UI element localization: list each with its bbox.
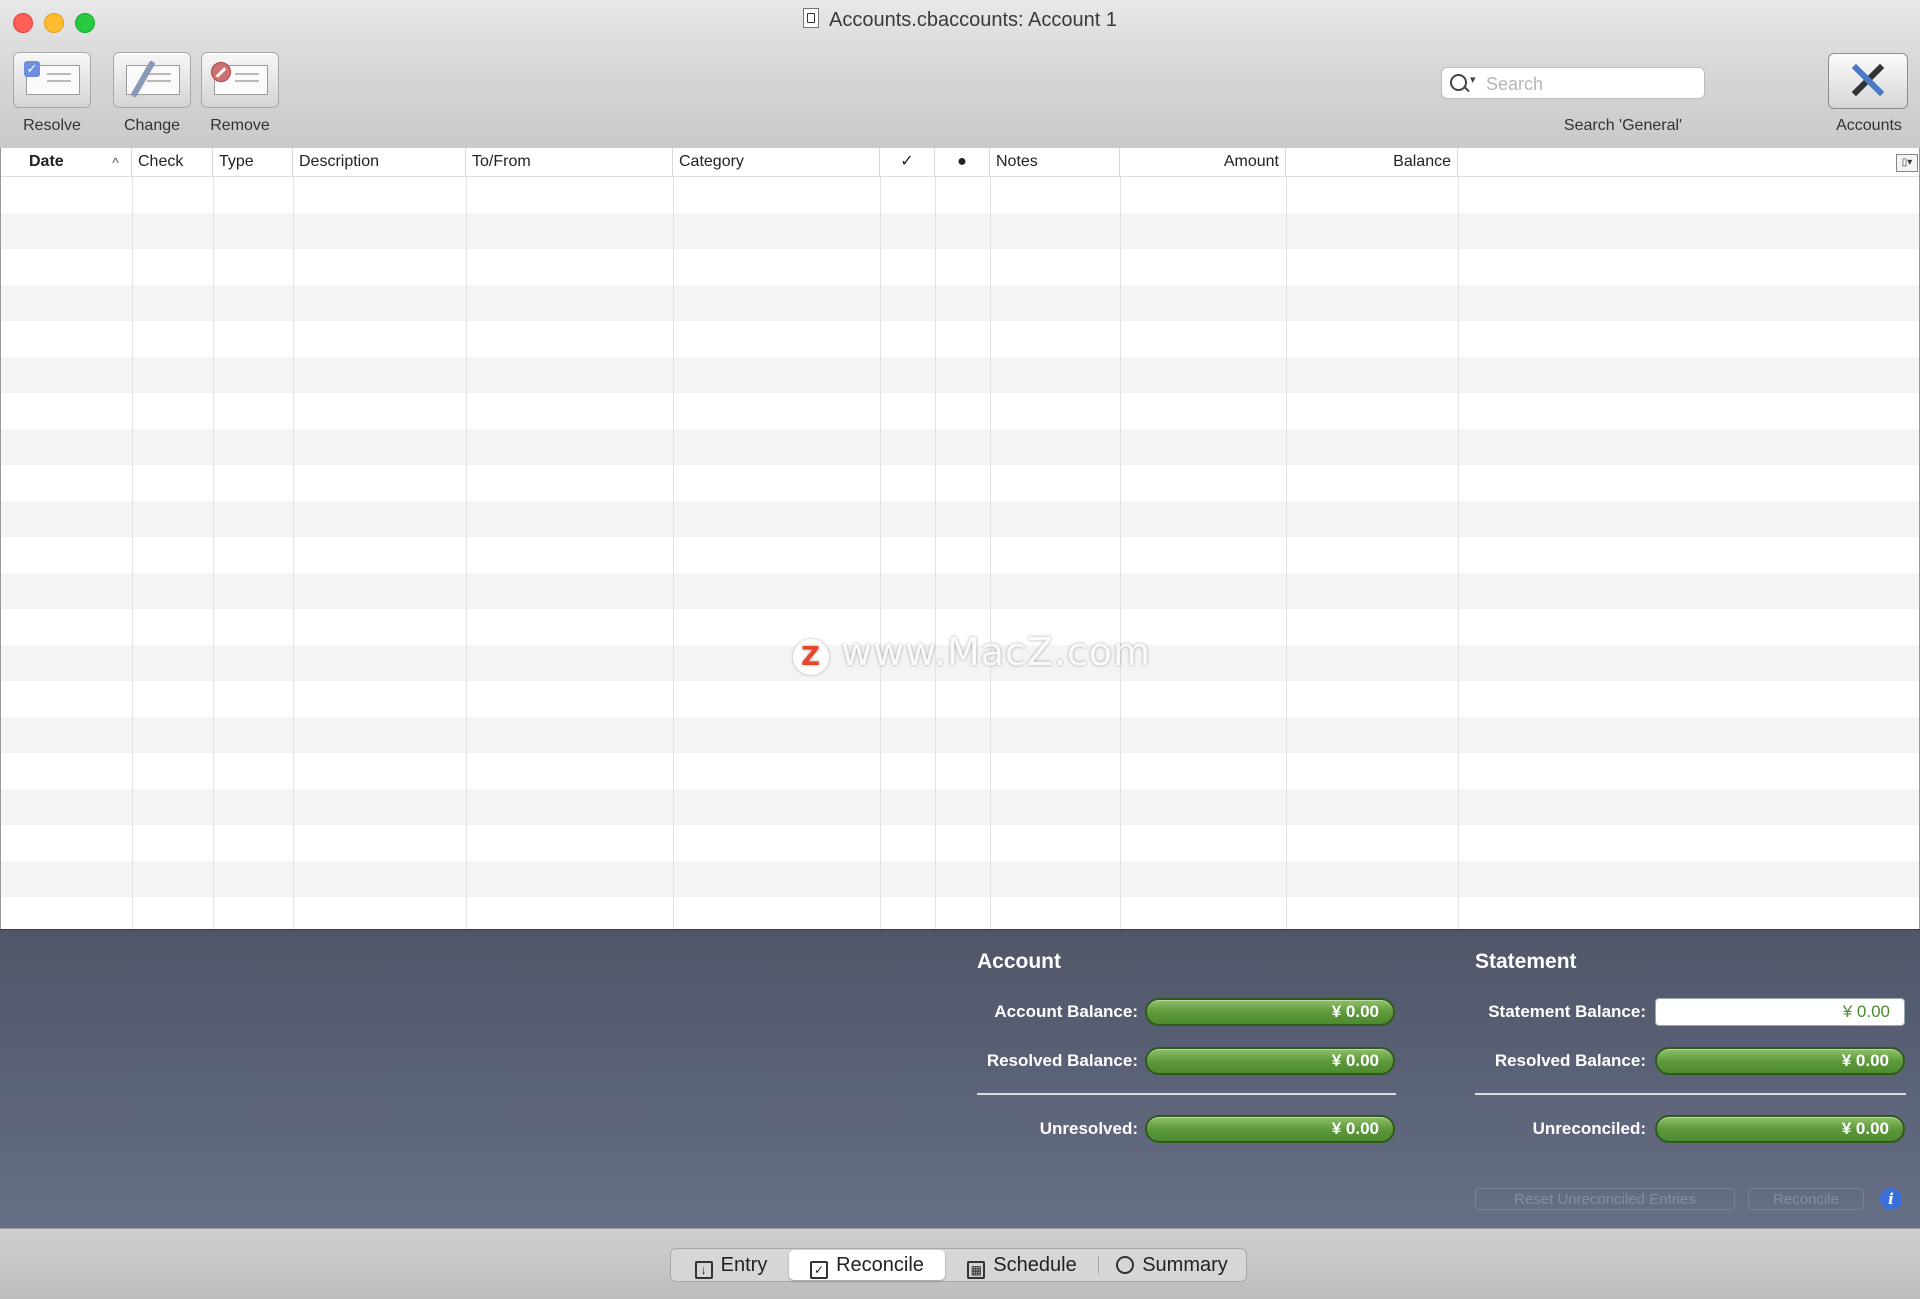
account-balance-value: ¥ 0.00 — [1145, 998, 1395, 1026]
column-header-category[interactable]: Category — [673, 148, 880, 176]
document-icon — [803, 8, 820, 28]
tab-reconcile[interactable]: ✓ Reconcile — [789, 1250, 945, 1280]
table-row[interactable] — [1, 897, 1919, 929]
window-toolbar: Accounts.cbaccounts: Account 1 ✓ Resolve… — [0, 0, 1920, 149]
chevron-down-icon[interactable]: ▾ — [1470, 73, 1476, 86]
column-divider — [213, 177, 214, 929]
column-header-balance[interactable]: Balance — [1286, 148, 1458, 176]
statement-resolved-balance-value: ¥ 0.00 — [1655, 1047, 1905, 1075]
column-divider — [673, 177, 674, 929]
unresolved-label: Unresolved: — [1039, 1119, 1138, 1138]
tools-icon — [1845, 62, 1889, 98]
change-label: Change — [123, 117, 181, 134]
column-divider — [880, 177, 881, 929]
table-body — [1, 177, 1919, 929]
statement-section-title: Statement — [1475, 950, 1577, 973]
account-resolved-balance-label: Resolved Balance: — [986, 1051, 1138, 1070]
bottom-bar: ↓ Entry ✓ Reconcile ▦ Schedule Summary — [0, 1228, 1920, 1299]
search-field[interactable]: ▾ — [1441, 67, 1705, 99]
column-divider — [132, 177, 133, 929]
table-row[interactable] — [1, 501, 1919, 537]
column-header-description[interactable]: Description — [293, 148, 466, 176]
table-row[interactable] — [1, 249, 1919, 285]
statement-balance-input[interactable]: ¥ 0.00 — [1655, 998, 1905, 1026]
table-row[interactable] — [1, 717, 1919, 753]
column-divider — [935, 177, 936, 929]
transactions-table[interactable]: Date ^ Check Type Description To/From Ca… — [0, 148, 1920, 929]
column-header-amount[interactable]: Amount — [1120, 148, 1286, 176]
info-icon[interactable]: i — [1880, 1188, 1902, 1210]
account-resolved-balance-value: ¥ 0.00 — [1145, 1047, 1395, 1075]
table-row[interactable] — [1, 825, 1919, 861]
accounts-label: Accounts — [1836, 117, 1902, 134]
tab-entry[interactable]: ↓ Entry — [673, 1250, 789, 1280]
remove-button[interactable] — [201, 52, 279, 108]
statement-balance-label: Statement Balance: — [1488, 1002, 1646, 1021]
watermark-text: www.MacZ.com — [841, 630, 1152, 674]
table-row[interactable] — [1, 393, 1919, 429]
window-title-bar: Accounts.cbaccounts: Account 1 — [0, 8, 1920, 32]
unreconciled-label: Unreconciled: — [1532, 1119, 1646, 1138]
view-segmented-control: ↓ Entry ✓ Reconcile ▦ Schedule Summary — [670, 1248, 1247, 1282]
table-row[interactable] — [1, 177, 1919, 213]
column-divider — [1286, 177, 1287, 929]
watermark-logo-icon: Z — [793, 639, 829, 675]
table-row[interactable] — [1, 321, 1919, 357]
account-divider — [977, 1093, 1396, 1095]
table-row[interactable] — [1, 285, 1919, 321]
account-balance-label: Account Balance: — [994, 1002, 1138, 1021]
resolve-label: Resolve — [23, 117, 81, 134]
table-row[interactable] — [1, 357, 1919, 393]
entry-icon: ↓ — [694, 1261, 713, 1279]
column-header-reconciled[interactable]: ● — [935, 148, 990, 176]
tab-schedule[interactable]: ▦ Schedule — [947, 1250, 1097, 1280]
unresolved-value: ¥ 0.00 — [1145, 1115, 1395, 1143]
window-title: Accounts.cbaccounts: Account 1 — [829, 9, 1117, 31]
reconcile-panel — [0, 929, 1920, 1229]
table-row[interactable] — [1, 753, 1919, 789]
statement-divider — [1475, 1093, 1906, 1095]
column-header-check[interactable]: Check — [132, 148, 213, 176]
checkbox-icon: ✓ — [810, 1261, 829, 1279]
column-divider — [1120, 177, 1121, 929]
column-header-type[interactable]: Type — [213, 148, 293, 176]
table-row[interactable] — [1, 681, 1919, 717]
reconcile-button[interactable]: Reconcile — [1748, 1188, 1864, 1210]
column-divider — [1458, 177, 1459, 929]
accounts-button[interactable] — [1828, 53, 1908, 109]
sort-ascending-icon: ^ — [111, 155, 119, 169]
watermark: Zwww.MacZ.com — [793, 630, 1151, 675]
column-header-resolved[interactable]: ✓ — [880, 148, 935, 176]
table-row[interactable] — [1, 429, 1919, 465]
column-header-to-from[interactable]: To/From — [466, 148, 673, 176]
column-options-icon[interactable]: ▯▾ — [1896, 154, 1918, 172]
table-row[interactable] — [1, 573, 1919, 609]
reset-unreconciled-entries-button[interactable]: Reset Unreconciled Entries — [1475, 1188, 1735, 1210]
table-row[interactable] — [1, 465, 1919, 501]
table-row[interactable] — [1, 861, 1919, 897]
column-header-notes[interactable]: Notes — [990, 148, 1120, 176]
statement-resolved-balance-label: Resolved Balance: — [1494, 1051, 1646, 1070]
tab-summary[interactable]: Summary — [1099, 1250, 1245, 1280]
checkmark-icon: ✓ — [24, 61, 40, 77]
table-header: Date ^ Check Type Description To/From Ca… — [1, 148, 1919, 177]
search-input[interactable] — [1484, 72, 1688, 96]
table-row[interactable] — [1, 537, 1919, 573]
search-icon — [1450, 74, 1467, 91]
unreconciled-value: ¥ 0.00 — [1655, 1115, 1905, 1143]
search-scope-label: Search 'General' — [1563, 117, 1683, 134]
account-section-title: Account — [977, 950, 1061, 973]
column-divider — [990, 177, 991, 929]
remove-icon — [211, 62, 231, 82]
column-divider — [293, 177, 294, 929]
pie-chart-icon — [1116, 1256, 1135, 1274]
change-button[interactable] — [113, 52, 191, 108]
column-divider — [466, 177, 467, 929]
column-header-date[interactable]: Date ^ — [1, 148, 132, 176]
resolve-button[interactable]: ✓ — [13, 52, 91, 108]
table-row[interactable] — [1, 789, 1919, 825]
table-row[interactable] — [1, 213, 1919, 249]
remove-label: Remove — [210, 117, 270, 134]
calendar-grid-icon: ▦ — [967, 1261, 986, 1279]
